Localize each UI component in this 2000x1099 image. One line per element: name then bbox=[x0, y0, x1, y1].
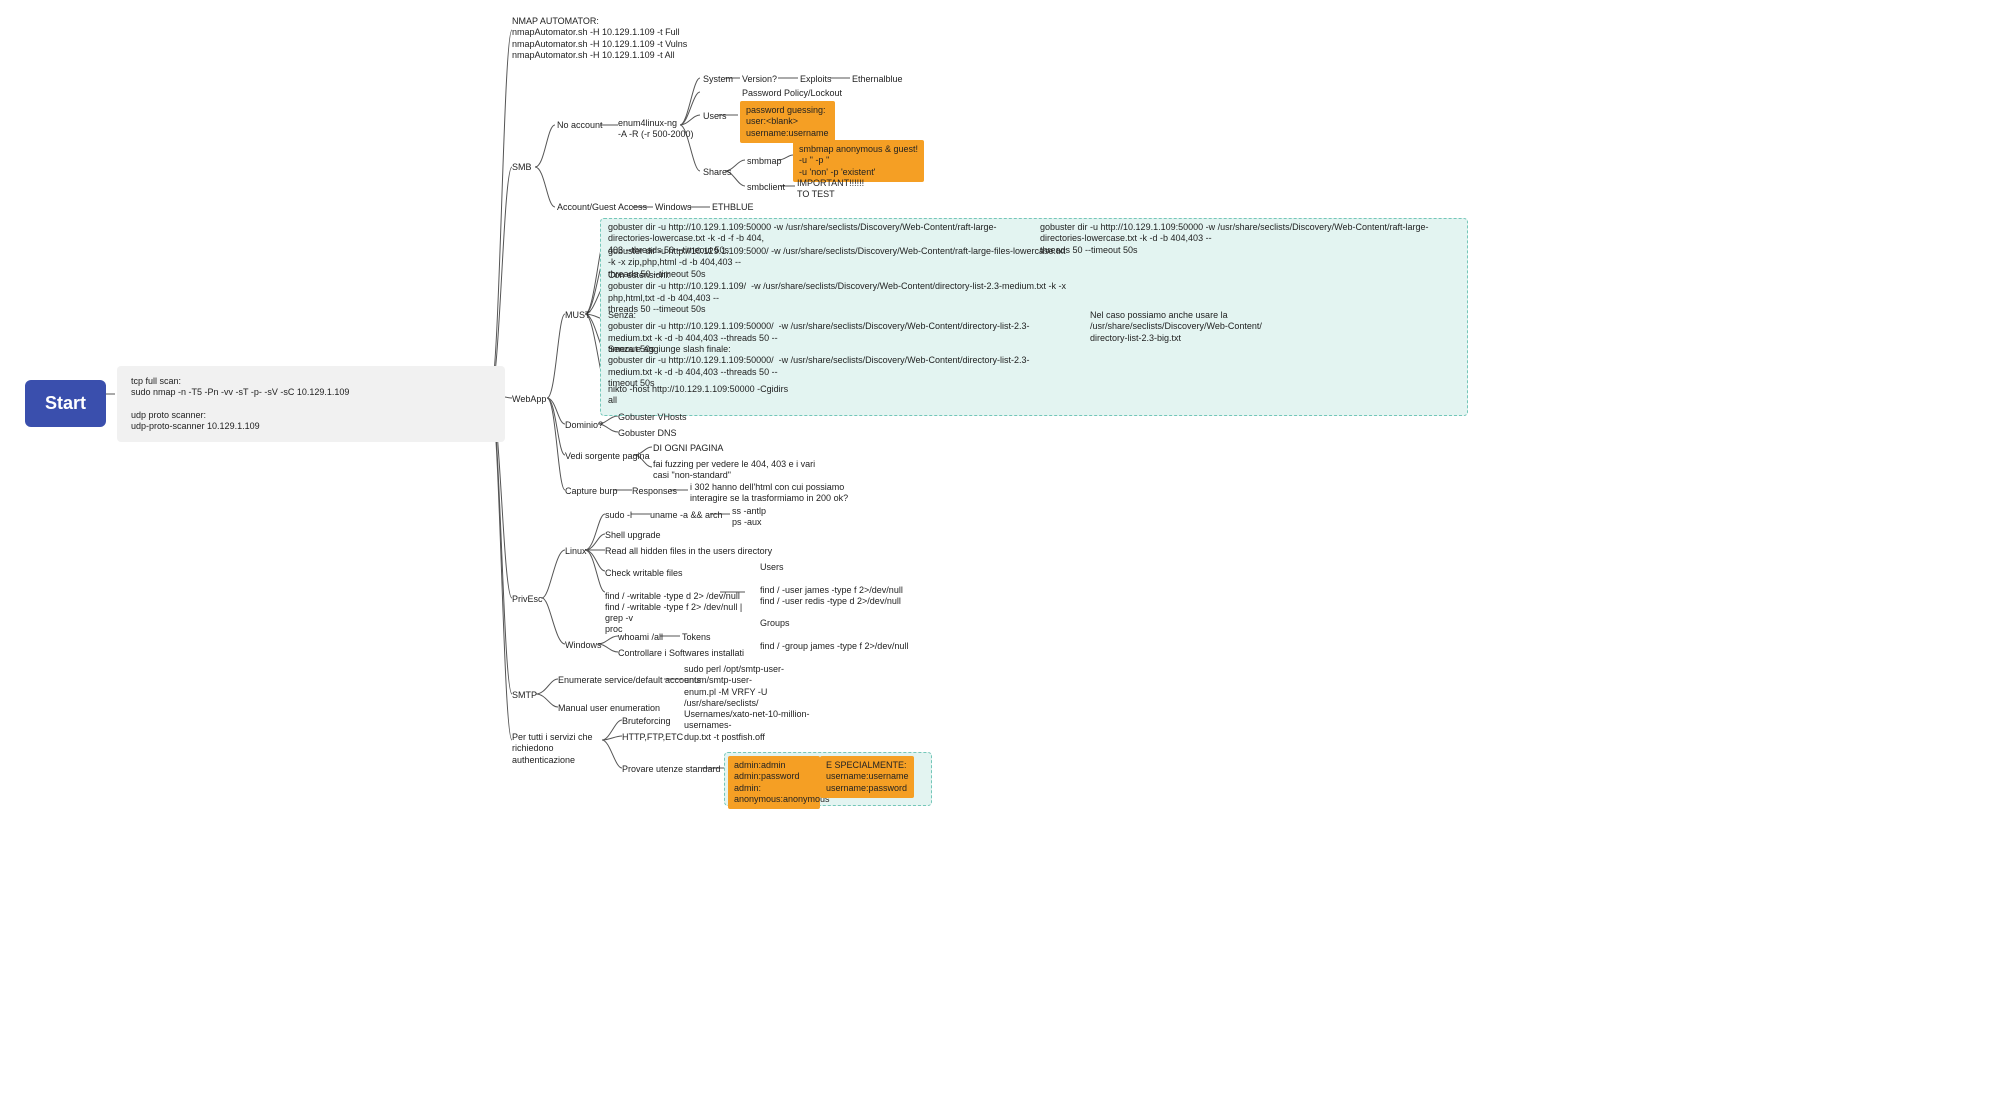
connector-layer bbox=[0, 0, 2000, 1099]
manual-enum: Manual user enumeration bbox=[558, 703, 660, 714]
users-groups: Users find / -user james -type f 2>/dev/… bbox=[760, 562, 908, 652]
no-account: No account bbox=[557, 120, 603, 131]
password-policy: Password Policy/Lockout bbox=[742, 88, 842, 99]
fuzzing: fai fuzzing per vedere le 404, 403 e i v… bbox=[653, 459, 815, 482]
whoami: whoami /all bbox=[618, 632, 663, 643]
smtp-enum: sudo perl /opt/smtp-user-enum/smtp-user-… bbox=[684, 664, 814, 743]
gobuster-dns: Gobuster DNS bbox=[618, 428, 677, 439]
servizi-auth: Per tutti i servizi che richiedono authe… bbox=[512, 732, 627, 766]
vedi-sorgente: Vedi sorgente pagina bbox=[565, 451, 650, 462]
provare: Provare utenze standard bbox=[622, 764, 721, 775]
gobuster-3: Con estensioni: gobuster dir -u http://1… bbox=[608, 270, 1068, 315]
gobuster-1-right: gobuster dir -u http://10.129.1.109:5000… bbox=[1040, 222, 1440, 256]
smb: SMB bbox=[512, 162, 532, 173]
capture-burp: Capture burp bbox=[565, 486, 618, 497]
version: Version? bbox=[742, 74, 777, 85]
enum-default: Enumerate service/default accounts bbox=[558, 675, 701, 686]
gobuster-5: Senza e aggiunge slash finale: gobuster … bbox=[608, 344, 1068, 389]
ogni-pagina: DI OGNI PAGINA bbox=[653, 443, 723, 454]
nikto: nikto -host http://10.129.1.109:50000 -C… bbox=[608, 384, 788, 407]
system: System bbox=[703, 74, 733, 85]
http-ftp: HTTP,FTP,ETC bbox=[622, 732, 683, 743]
responses-302: i 302 hanno dell'html con cui possiamo i… bbox=[690, 482, 848, 505]
hidden-files: Read all hidden files in the users direc… bbox=[605, 546, 772, 557]
creds-standard: admin:admin admin:password admin: anonym… bbox=[728, 756, 820, 809]
bruteforcing: Bruteforcing bbox=[622, 716, 671, 727]
smbmap: smbmap bbox=[747, 156, 782, 167]
smbmap-box: smbmap anonymous & guest! -u '' -p '' -u… bbox=[793, 140, 924, 182]
important: IMPORTANT!!!!!! TO TEST bbox=[797, 178, 864, 201]
creds-especial: E SPECIALMENTE: username:username userna… bbox=[820, 756, 914, 798]
software: Controllare i Softwares installati bbox=[618, 648, 744, 659]
uname: uname -a && arch bbox=[650, 510, 723, 521]
shell-upgrade: Shell upgrade bbox=[605, 530, 661, 541]
gobuster-4-right: Nel caso possiamo anche usare la /usr/sh… bbox=[1090, 310, 1270, 344]
users: Users bbox=[703, 111, 727, 122]
dominio: Dominio? bbox=[565, 420, 603, 431]
start-node[interactable]: Start bbox=[25, 380, 106, 427]
guest-access: Account/Guest Access bbox=[557, 202, 647, 213]
windows-priv: Windows bbox=[565, 640, 602, 651]
tokens: Tokens bbox=[682, 632, 711, 643]
webapp: WebApp bbox=[512, 394, 546, 405]
enum4linux: enum4linux-ng -A -R (-r 500-2000) bbox=[618, 118, 694, 141]
sudo: sudo -l bbox=[605, 510, 632, 521]
password-guessing-box: password guessing: user:<blank> username… bbox=[740, 101, 835, 143]
windows: Windows bbox=[655, 202, 692, 213]
ethblue: ETHBLUE bbox=[712, 202, 754, 213]
writable: Check writable files find / -writable -t… bbox=[605, 568, 745, 636]
ss-ps: ss -antlp ps -aux bbox=[732, 506, 766, 529]
scan-box: tcp full scan: sudo nmap -n -T5 -Pn -vv … bbox=[117, 366, 505, 442]
responses: Responses bbox=[632, 486, 677, 497]
privesc: PrivEsc bbox=[512, 594, 543, 605]
must: MUST bbox=[565, 310, 591, 321]
eternalblue: Ethernalblue bbox=[852, 74, 903, 85]
smbclient: smbclient bbox=[747, 182, 785, 193]
shares: Shares bbox=[703, 167, 732, 178]
nmap-automator: NMAP AUTOMATOR: nmapAutomator.sh -H 10.1… bbox=[512, 16, 687, 61]
linux: Linux bbox=[565, 546, 587, 557]
smtp: SMTP bbox=[512, 690, 537, 701]
exploits: Exploits bbox=[800, 74, 832, 85]
gobuster-vhosts: Gobuster VHosts bbox=[618, 412, 687, 423]
